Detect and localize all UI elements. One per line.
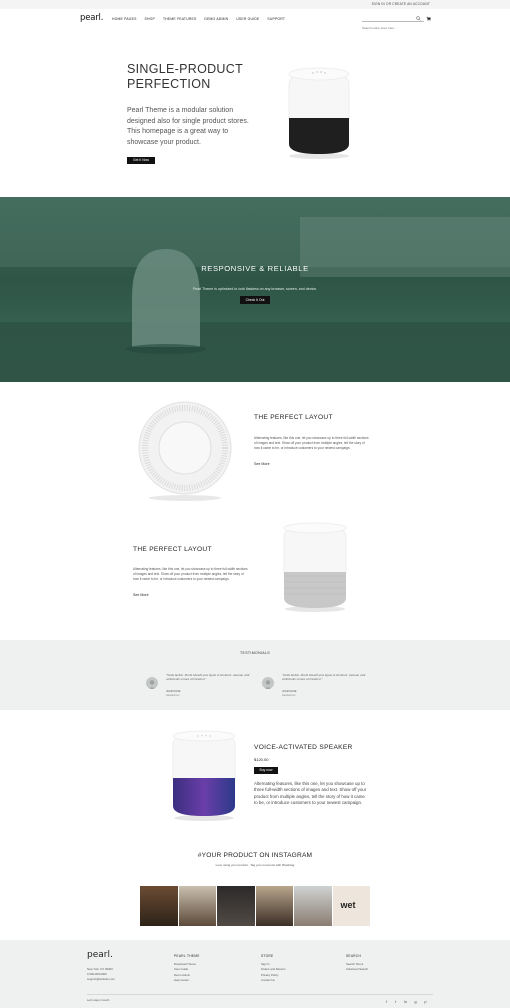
footer-link[interactable]: Advanced Search: [346, 967, 368, 973]
footer-link[interactable]: Help Center: [174, 978, 200, 984]
footer-link[interactable]: Orders and Returns: [261, 967, 286, 973]
nav-item-support[interactable]: SUPPORT: [267, 17, 285, 21]
account-links[interactable]: SIGN IN OR CREATE AN ACCOUNT: [372, 2, 430, 6]
testimonial-2-name: JOHN DOE: [282, 689, 297, 693]
feature-2-text: Alternating features, like this one, let…: [133, 567, 248, 582]
linkedin-icon[interactable]: in: [402, 999, 409, 1004]
nav-item-theme-features[interactable]: THEME FEATURES: [163, 17, 196, 21]
check-it-out-button[interactable]: Check It Out: [240, 296, 270, 304]
feature-1-title: THE PERFECT LAYOUT: [254, 414, 333, 421]
instagram-title: #YOUR PRODUCT ON INSTAGRAM: [197, 852, 313, 859]
testimonial-1-quote: "Nulla facilisi. Morbi blandit quis ligu…: [166, 673, 250, 682]
instagram-gallery: wet: [140, 886, 370, 926]
product-description: Alternating features, like this one, let…: [254, 781, 367, 806]
footer-email[interactable]: support@website.com: [87, 977, 115, 982]
main-nav: HOME PAGES SHOP THEME FEATURES DEMO ADMI…: [112, 17, 285, 21]
footer-column-pearl-theme: PEARL THEME Download Theme User Guide De…: [174, 954, 200, 984]
buy-now-button[interactable]: Buy now: [254, 767, 278, 774]
feature-2-see-more-link[interactable]: See More: [133, 593, 149, 597]
footer-link[interactable]: Contact Us: [261, 978, 286, 984]
hero-title: SINGLE-PRODUCT PERFECTION: [127, 62, 243, 91]
testimonial-2-quote: "Nulla facilisi. Morbi blandit quis ligu…: [282, 673, 366, 682]
pinterest-icon[interactable]: p: [423, 999, 428, 1004]
footer-divider: [87, 994, 433, 995]
get-it-now-button[interactable]: Get It Now: [127, 157, 155, 164]
instagram-photo-text: wet: [340, 900, 356, 910]
instagram-photo[interactable]: [178, 886, 217, 926]
purple-speaker-image: [172, 730, 236, 821]
cart-icon[interactable]: [426, 16, 431, 21]
feature-2-title: THE PERFECT LAYOUT: [133, 546, 212, 553]
testimonial-1-name: JOHN DOE: [166, 689, 181, 693]
footer-contact: New York, NY 00000 0 000-000-0000 suppor…: [87, 967, 115, 982]
feature-1-see-more-link[interactable]: See More: [254, 462, 270, 466]
testimonial-2-role: Hewlettcom: [282, 694, 296, 697]
search-input[interactable]: [362, 25, 416, 31]
round-speaker-image: [138, 401, 232, 501]
nav-item-demo-admin[interactable]: DEMO ADMIN: [204, 17, 228, 21]
instagram-photo[interactable]: wet: [332, 886, 370, 926]
footer-column-title: PEARL THEME: [174, 954, 200, 958]
banner-description: Pearl Theme is optimized to look flawles…: [192, 287, 318, 291]
instagram-photo[interactable]: [255, 886, 294, 926]
nav-item-user-guide[interactable]: USER GUIDE: [236, 17, 259, 21]
instagram-subtitle: Love using your product - Tag your momen…: [215, 863, 295, 867]
top-bar: [0, 0, 510, 9]
instagram-photo[interactable]: [140, 886, 179, 926]
footer-column-title: SEARCH: [346, 954, 362, 958]
hero-speaker-image: [288, 67, 350, 159]
grey-speaker-image: [283, 522, 347, 612]
instagram-photo[interactable]: [217, 886, 256, 926]
footer-copyright: Let's stay in touch: [87, 998, 110, 1002]
nav-item-home-pages[interactable]: HOME PAGES: [112, 17, 137, 21]
footer-column-title: STORE: [261, 954, 274, 958]
search-box: [362, 16, 424, 31]
twitter-icon[interactable]: t: [393, 999, 398, 1004]
testimonial-1-avatar: [146, 677, 158, 689]
footer-column-store: STORE Sign In Orders and Returns Privacy…: [261, 954, 286, 984]
testimonials-title: TESTIMONIALS: [240, 651, 270, 655]
testimonial-1-role: Hewlettcom: [166, 694, 180, 697]
footer: [0, 940, 510, 1008]
footer-logo[interactable]: pearl.: [87, 950, 113, 960]
hero-description: Pearl Theme is a modular solution design…: [127, 107, 249, 146]
feature-1-text: Alternating features, like this one, let…: [254, 436, 369, 451]
product-title: VOICE-ACTIVATED SPEAKER: [254, 744, 353, 751]
facebook-icon[interactable]: f: [384, 999, 389, 1004]
site-logo[interactable]: pearl.: [80, 13, 103, 23]
product-price: $120.00: [254, 757, 269, 762]
nav-item-shop[interactable]: SHOP: [145, 17, 155, 21]
footer-column-search: SEARCH Search Terms Advanced Search: [346, 954, 368, 973]
testimonial-2-avatar: [262, 677, 274, 689]
search-icon[interactable]: [416, 16, 421, 21]
banner-title: RESPONSIVE & RELIABLE: [201, 264, 309, 273]
google-plus-icon[interactable]: g: [413, 999, 418, 1004]
instagram-photo[interactable]: [294, 886, 333, 926]
